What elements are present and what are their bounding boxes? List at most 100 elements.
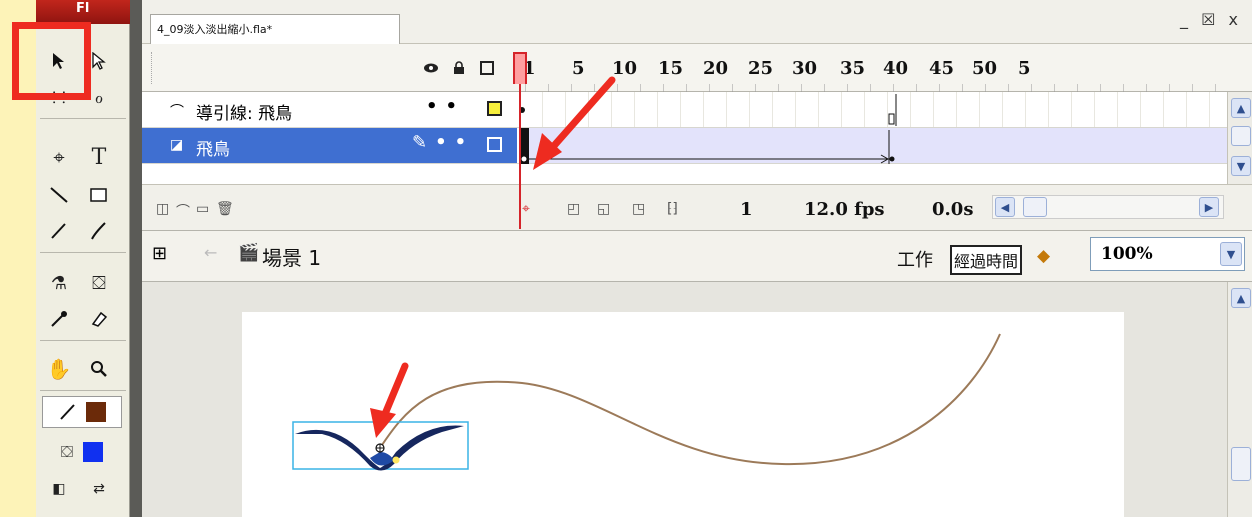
document-tabbar: 4_09淡入淡出縮小.fla* _ ☒ x <box>142 0 1252 44</box>
layer-name[interactable]: 飛鳥 <box>196 135 230 160</box>
timeline-status-bar: ◫ ⌒ ▭ 🗑 ⌖ ◰ ◱ ◳ ⁅⁆ 1 12.0 fps 0.0s ◀ ▶ <box>142 184 1252 230</box>
center-frame-icon[interactable]: ⌖ <box>522 201 530 217</box>
onion-skin-icon[interactable]: ◰ <box>567 201 580 217</box>
playhead[interactable] <box>513 52 527 84</box>
layer-header-icons <box>422 54 517 82</box>
fill-bucket-icon: ⛋ <box>60 442 74 461</box>
frame-number: 35 <box>840 58 866 79</box>
frame-number: 30 <box>792 58 818 79</box>
add-motion-guide-icon[interactable]: ⌒ <box>176 201 190 221</box>
layer-name[interactable]: 導引線: 飛鳥 <box>196 99 292 124</box>
line-tool-icon[interactable] <box>40 178 78 212</box>
elapsed-time: 0.0s <box>932 199 974 220</box>
playhead-line <box>519 84 521 229</box>
layer-visibility-lock-dots[interactable]: •• <box>426 96 465 117</box>
selection-tool-highlight <box>12 22 91 100</box>
fill-color-swatch[interactable] <box>83 442 104 462</box>
edit-symbols-icon[interactable]: ◆ <box>1037 246 1050 266</box>
frame-number: 5 <box>572 58 585 79</box>
brush-tool-icon[interactable] <box>80 214 118 248</box>
paint-bucket-tool-icon[interactable]: ⛋ <box>80 266 118 300</box>
zoom-tool-icon[interactable] <box>80 352 118 386</box>
frame-number: 50 <box>972 58 998 79</box>
pen-tool-icon[interactable]: ⌖ <box>40 140 78 174</box>
timeline-panel: 1 5 10 15 20 25 30 35 40 45 50 5 ⌒ 導引線: 飛鳥 •• <box>142 44 1252 230</box>
motion-guide-icon: ⌒ <box>170 104 184 120</box>
lock-icon[interactable] <box>450 59 468 77</box>
modify-onion-markers-icon[interactable]: ⁅⁆ <box>667 201 678 217</box>
insert-layer-icon[interactable]: ◫ <box>156 201 169 217</box>
frame-number: 45 <box>929 58 955 79</box>
layer-guide-header[interactable]: ⌒ 導引線: 飛鳥 •• <box>142 92 517 127</box>
timeline-vertical-scrollbar[interactable]: ▲ ▼ <box>1227 92 1252 184</box>
pencil-tool-icon[interactable] <box>40 214 78 248</box>
eye-icon[interactable] <box>422 59 440 77</box>
ink-bottle-tool-icon[interactable]: ⚗ <box>40 266 78 300</box>
stage-artwork <box>292 333 1001 471</box>
layer-row-bird[interactable]: ◪ 飛鳥 ✎•• <box>142 128 1227 164</box>
text-tool-icon[interactable]: T <box>80 140 118 174</box>
document-tab[interactable]: 4_09淡入淡出縮小.fla* <box>150 14 400 44</box>
window-controls[interactable]: _ ☒ x <box>1180 10 1242 29</box>
layer-guide-frames[interactable] <box>519 92 1227 127</box>
timeline-horizontal-scrollbar[interactable]: ◀ ▶ <box>992 195 1224 219</box>
stroke-color-swatch[interactable] <box>86 402 106 422</box>
eraser-tool-icon[interactable] <box>80 302 118 336</box>
workspace-label: 工作 <box>897 250 933 271</box>
tools-panel: Fl ⸬ ℴ ⌖ T ⚗ ⛋ ✋ ⛋ ◧ ⇄ <box>0 0 132 517</box>
eyedropper-tool-icon[interactable] <box>40 302 78 336</box>
frame-number: 10 <box>612 58 638 79</box>
black-white-icon[interactable]: ◧ <box>40 472 78 506</box>
stage-vertical-scrollbar[interactable]: ▲ <box>1227 282 1252 517</box>
document-window: 4_09淡入淡出縮小.fla* _ ☒ x 1 5 10 15 20 25 30 35 40 45 <box>142 0 1252 517</box>
back-arrow-icon[interactable]: ← <box>204 243 217 262</box>
frame-number: 25 <box>748 58 774 79</box>
scene-breadcrumb[interactable]: 場景 1 <box>262 242 321 271</box>
flash-logo: Fl <box>76 1 90 16</box>
delete-layer-icon[interactable]: 🗑 <box>216 201 234 217</box>
edit-multiple-frames-icon[interactable]: ◳ <box>632 201 645 217</box>
layer-bird-frames[interactable] <box>519 128 1227 164</box>
scroll-right-icon[interactable]: ▶ <box>1199 197 1219 217</box>
scroll-thumb[interactable] <box>1231 126 1251 146</box>
tool-divider <box>40 340 126 341</box>
tools-panel-titlebar: Fl <box>36 0 130 24</box>
layer-visibility-lock-dots[interactable]: ✎•• <box>412 132 474 153</box>
layer-row-guide[interactable]: ⌒ 導引線: 飛鳥 •• <box>142 92 1227 128</box>
hand-tool-icon[interactable]: ✋ <box>40 352 78 386</box>
layer-bird-header[interactable]: ◪ 飛鳥 ✎•• <box>142 128 517 163</box>
fill-color-control[interactable]: ⛋ <box>42 436 122 468</box>
outline-icon[interactable] <box>478 59 496 77</box>
chevron-down-icon[interactable]: ▼ <box>1220 242 1242 266</box>
layer-icon: ◪ <box>170 137 184 153</box>
tool-divider <box>40 252 126 253</box>
scroll-down-icon[interactable]: ▼ <box>1231 156 1251 176</box>
edit-bar: ⊞ ← 🎬 場景 1 工作 經過時間 ◆ 100% ▼ <box>142 230 1252 282</box>
frame-rate[interactable]: 12.0 fps <box>804 199 885 220</box>
frame-number: 5 <box>1018 58 1031 79</box>
stroke-color-control[interactable] <box>42 396 122 428</box>
scroll-thumb[interactable] <box>1231 447 1251 481</box>
tool-divider <box>40 390 126 391</box>
timeline-toggle-icon[interactable]: ⊞ <box>152 243 167 264</box>
tooltip: 經過時間 <box>950 245 1023 275</box>
panel-separator <box>130 0 142 517</box>
h-scroll-thumb[interactable] <box>1023 197 1047 217</box>
frame-number: 15 <box>658 58 684 79</box>
layer-outline-color[interactable] <box>487 101 502 116</box>
scroll-up-icon[interactable]: ▲ <box>1231 288 1251 308</box>
frame-number: 20 <box>703 58 729 79</box>
tool-divider <box>40 118 126 119</box>
timeline-ruler <box>525 84 1227 92</box>
zoom-select[interactable]: 100% ▼ <box>1090 237 1245 271</box>
rectangle-tool-icon[interactable] <box>80 178 118 212</box>
timeline-header: 1 5 10 15 20 25 30 35 40 45 50 5 <box>142 44 1252 92</box>
onion-skin-outlines-icon[interactable]: ◱ <box>597 201 610 217</box>
scroll-left-icon[interactable]: ◀ <box>995 197 1015 217</box>
swap-colors-icon[interactable]: ⇄ <box>80 472 118 506</box>
timeline-grip[interactable] <box>142 52 152 84</box>
insert-folder-icon[interactable]: ▭ <box>196 201 209 217</box>
layer-outline-color[interactable] <box>487 137 502 152</box>
flash-workspace: Fl ⸬ ℴ ⌖ T ⚗ ⛋ ✋ ⛋ ◧ ⇄ 4_09淡入淡出縮小.fla* _… <box>0 0 1252 517</box>
scroll-up-icon[interactable]: ▲ <box>1231 98 1251 118</box>
